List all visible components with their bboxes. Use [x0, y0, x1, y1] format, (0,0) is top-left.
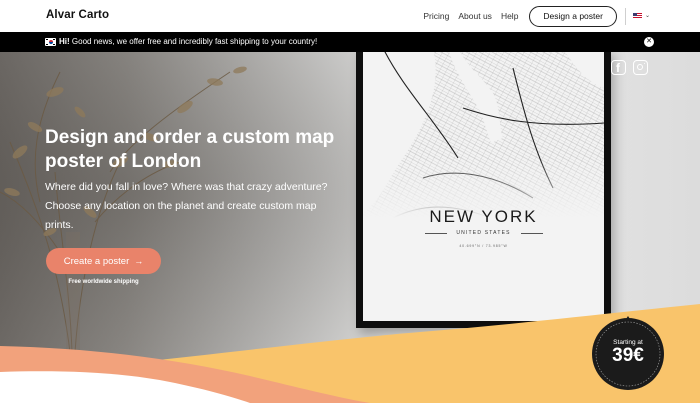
hero-headline: Design and order a custom map poster of … — [45, 127, 335, 172]
nav-link-help[interactable]: Help — [501, 11, 518, 21]
shipping-note: Free worldwide shipping — [68, 279, 139, 285]
south-korea-flag-icon — [45, 38, 56, 46]
poster-country-name: UNITED STATES — [456, 230, 511, 236]
design-poster-button[interactable]: Design a poster — [529, 5, 617, 27]
nav-divider — [624, 7, 626, 25]
instagram-icon[interactable] — [633, 60, 648, 75]
poster-city-name: NEW YORK — [429, 207, 538, 226]
arrow-right-icon: → — [134, 256, 144, 266]
map-poster: NEW YORK UNITED STATES 40.699°N / 73.985… — [356, 52, 611, 328]
us-flag-icon — [632, 13, 642, 19]
announcement-bar: Hi! Good news, we offer free and incredi… — [0, 32, 700, 52]
announcement-message: Good news, we offer free and incredibly … — [69, 37, 318, 46]
brand-logo[interactable]: Alvar Carto — [46, 9, 109, 21]
close-icon[interactable]: ✕ — [644, 37, 654, 47]
announcement-greeting: Hi! — [59, 37, 70, 46]
poster-coordinates: 40.699°N / 73.985°W — [459, 244, 508, 248]
hero-section: NEW YORK UNITED STATES 40.699°N / 73.985… — [0, 52, 700, 403]
top-navigation: Alvar Carto Pricing About us Help Design… — [0, 0, 700, 32]
chevron-down-icon: ⌄ — [644, 13, 650, 19]
create-poster-button[interactable]: Create a poster → — [46, 248, 161, 274]
nav-links: Pricing About us Help Design a poster ⌄ — [423, 0, 700, 32]
nav-link-pricing[interactable]: Pricing — [423, 11, 449, 21]
price-badge-value: 39€ — [612, 345, 644, 366]
create-poster-label: Create a poster — [63, 255, 130, 267]
facebook-icon[interactable]: f — [611, 60, 626, 75]
announcement-text: Hi! Good news, we offer free and incredi… — [59, 37, 317, 46]
hero-description: Where did you fall in love? Where was th… — [45, 181, 328, 231]
facebook-glyph: f — [616, 61, 620, 75]
language-selector[interactable]: ⌄ — [632, 13, 650, 19]
nav-link-about[interactable]: About us — [458, 11, 492, 21]
